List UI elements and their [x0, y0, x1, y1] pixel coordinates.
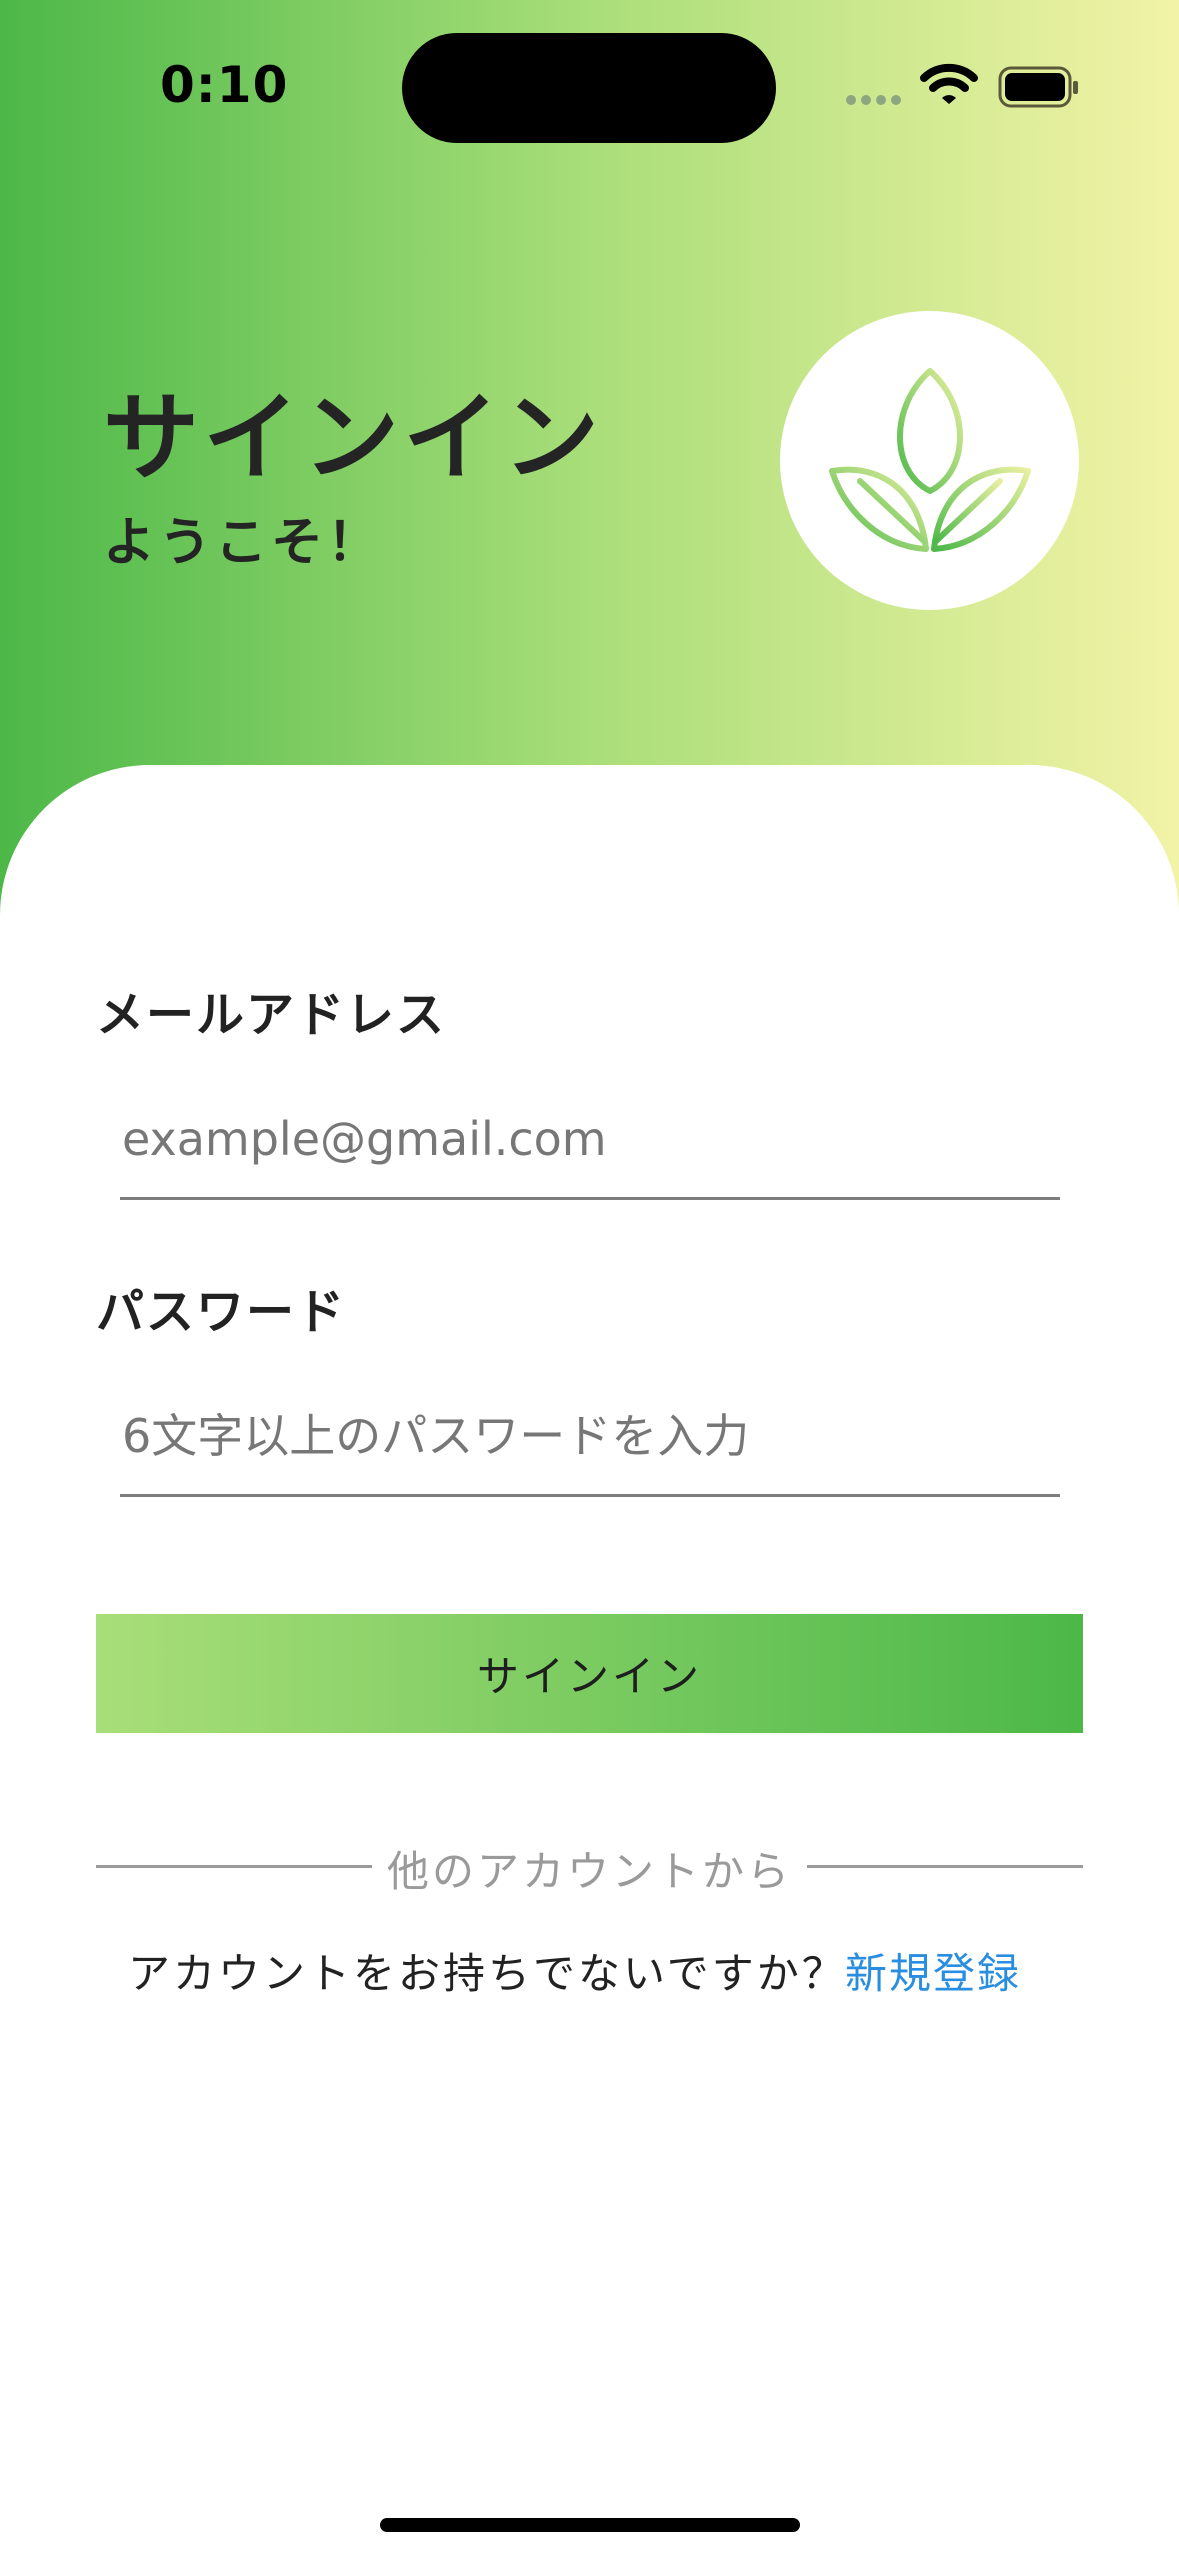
no-account-prompt: アカウントをお持ちでないですか？ — [128, 1949, 847, 1998]
password-field[interactable] — [120, 1397, 1060, 1497]
cellular-signal-icon — [846, 95, 901, 105]
divider-line-right — [807, 1865, 1083, 1868]
password-label: パスワード — [96, 1284, 347, 1340]
wifi-icon — [920, 63, 978, 104]
home-indicator — [380, 2518, 800, 2532]
status-time: 0:10 — [160, 56, 289, 114]
dynamic-island — [402, 33, 776, 143]
email-field[interactable] — [120, 1100, 1060, 1200]
app-logo — [780, 311, 1079, 610]
battery-icon — [998, 66, 1078, 108]
divider-line-left — [96, 1865, 372, 1868]
email-label: メールアドレス — [96, 987, 447, 1043]
signin-screen: 0:10 サインイン ようこそ！ メールアドレス example@gmail.c… — [0, 0, 1179, 2556]
other-accounts-divider-text: 他のアカウントから — [386, 1847, 792, 1896]
welcome-subtitle: ようこそ！ — [103, 513, 384, 573]
page-title: サインイン — [103, 382, 603, 494]
leaf-sprout-icon — [828, 367, 1031, 554]
register-link[interactable]: 新規登録 — [845, 1940, 1021, 2001]
signin-button[interactable]: サインイン — [96, 1614, 1083, 1733]
